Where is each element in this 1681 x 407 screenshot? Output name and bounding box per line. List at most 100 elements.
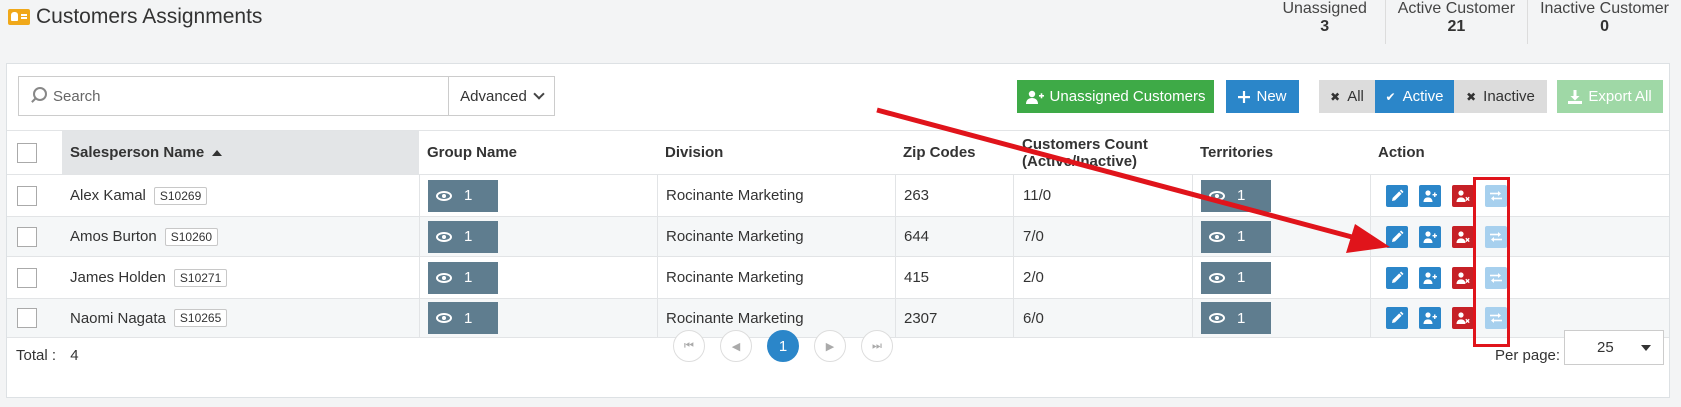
user-times-icon (1456, 189, 1470, 202)
remove-user-button[interactable] (1452, 307, 1474, 329)
remove-user-button[interactable] (1452, 184, 1474, 207)
previous-page-button[interactable]: ◀ (720, 330, 752, 362)
view-groups-button[interactable]: 1 (428, 179, 498, 212)
pencil-icon (1392, 271, 1404, 283)
user-times-icon (1456, 312, 1470, 324)
filter-inactive-button[interactable]: ✖ Inactive (1454, 80, 1547, 113)
assign-user-button[interactable] (1419, 266, 1441, 289)
salesperson-code-badge: S10265 (173, 309, 228, 327)
view-territories-button[interactable]: 1 (1201, 220, 1271, 253)
view-territories-button[interactable]: 1 (1201, 261, 1271, 294)
view-groups-button[interactable]: 1 (428, 302, 498, 334)
new-button[interactable]: New (1226, 80, 1299, 113)
view-groups-button[interactable]: 1 (428, 220, 498, 253)
customers-count-cell: 7/0 (1013, 217, 1192, 256)
last-page-icon: ⏭ (872, 339, 882, 352)
header-division-label: Division (665, 144, 724, 161)
stat-active-customer: Active Customer 21 (1384, 0, 1527, 44)
territories-count: 1 (1237, 309, 1246, 327)
group-cell: 1 (419, 299, 657, 337)
current-page-number: 1 (778, 337, 788, 355)
eye-icon (1209, 190, 1225, 201)
row-checkbox[interactable] (17, 267, 37, 288)
view-territories-button[interactable]: 1 (1201, 302, 1271, 334)
times-icon: ✖ (1330, 89, 1341, 104)
export-all-button[interactable]: Export All (1557, 80, 1663, 113)
last-page-button[interactable]: ⏭ (861, 330, 893, 362)
zip-cell: 644 (895, 217, 1013, 256)
times-icon: ✖ (1466, 89, 1477, 104)
customers-count: 6/0 (1023, 309, 1044, 327)
assignments-panel: Advanced Unassigned Customers New ✖ All … (6, 63, 1670, 398)
assign-user-button[interactable] (1419, 184, 1441, 207)
row-checkbox[interactable] (17, 226, 37, 247)
eye-icon (436, 272, 452, 283)
eye-icon (1209, 272, 1225, 283)
eye-icon (436, 231, 452, 242)
sort-ascending-icon (212, 149, 223, 156)
total-label: Total : (16, 347, 57, 364)
annotation-highlight-box (1473, 177, 1510, 347)
remove-user-button[interactable] (1452, 266, 1474, 289)
territories-count: 1 (1237, 187, 1246, 204)
division-text: Rocinante Marketing (666, 228, 804, 245)
zip-cell: 2307 (895, 299, 1013, 337)
action-cell (1370, 217, 1669, 256)
per-page-value: 25 (1597, 339, 1614, 356)
group-cell: 1 (419, 257, 657, 298)
first-page-button[interactable]: ⏮ (673, 330, 705, 362)
edit-button[interactable] (1386, 307, 1408, 329)
edit-button[interactable] (1386, 184, 1408, 207)
salesperson-code-badge: S10269 (153, 186, 208, 205)
division-text: Rocinante Marketing (666, 187, 804, 204)
customers-count-cell: 2/0 (1013, 257, 1192, 298)
group-cell: 1 (419, 175, 657, 216)
plus-icon (1238, 90, 1251, 103)
view-groups-button[interactable]: 1 (428, 261, 498, 294)
search-input[interactable] (53, 87, 433, 105)
salesperson-cell: Naomi Nagata S10265 (62, 299, 419, 337)
header-group-label: Group Name (427, 144, 518, 161)
stat-value: 0 (1600, 18, 1609, 35)
user-plus-icon (1423, 189, 1437, 202)
header-territories-label: Territories (1200, 144, 1274, 161)
filter-active-button[interactable]: ✔ Active (1375, 80, 1454, 113)
row-checkbox[interactable] (17, 308, 37, 328)
salesperson-cell: Alex Kamal S10269 (62, 175, 419, 216)
header-salesperson[interactable]: Salesperson Name (62, 131, 419, 174)
chevron-down-icon (533, 88, 545, 100)
current-page-button[interactable]: 1 (767, 330, 799, 362)
eye-icon (436, 190, 452, 201)
remove-user-button[interactable] (1452, 225, 1474, 248)
per-page-label: Per page: (1495, 347, 1561, 364)
zip-cell: 263 (895, 175, 1013, 216)
next-page-button[interactable]: ▶ (814, 330, 846, 362)
salesperson-name: Alex Kamal (70, 187, 146, 204)
table-row: Amos Burton S10260 1 Rocinante Marketing… (7, 216, 1669, 256)
row-checkbox[interactable] (17, 185, 37, 206)
customers-count: 7/0 (1023, 228, 1044, 245)
eye-icon (436, 313, 452, 323)
edit-button[interactable] (1386, 266, 1408, 289)
unassigned-customers-button[interactable]: Unassigned Customers (1017, 80, 1214, 113)
search-box (18, 76, 448, 116)
per-page-select[interactable]: 25 (1564, 330, 1664, 365)
view-territories-button[interactable]: 1 (1201, 179, 1271, 212)
total-value: 4 (70, 347, 79, 364)
filter-all-button[interactable]: ✖ All (1319, 80, 1375, 113)
advanced-search-button[interactable]: Advanced (448, 76, 555, 116)
header-action-label: Action (1378, 144, 1425, 161)
page-title-text: Customers Assignments (36, 5, 263, 28)
user-times-icon (1456, 271, 1470, 284)
table-row: Alex Kamal S10269 1 Rocinante Marketing … (7, 174, 1669, 216)
user-times-icon (1456, 230, 1470, 243)
assign-user-button[interactable] (1419, 225, 1441, 248)
select-all-checkbox[interactable] (17, 142, 37, 163)
salesperson-code-badge: S10271 (173, 268, 228, 287)
salesperson-name: Amos Burton (70, 228, 157, 245)
stat-value: 21 (1447, 18, 1466, 35)
territories-count: 1 (1237, 228, 1246, 245)
edit-button[interactable] (1386, 225, 1408, 248)
row-select-cell (7, 217, 62, 256)
assign-user-button[interactable] (1419, 307, 1441, 329)
